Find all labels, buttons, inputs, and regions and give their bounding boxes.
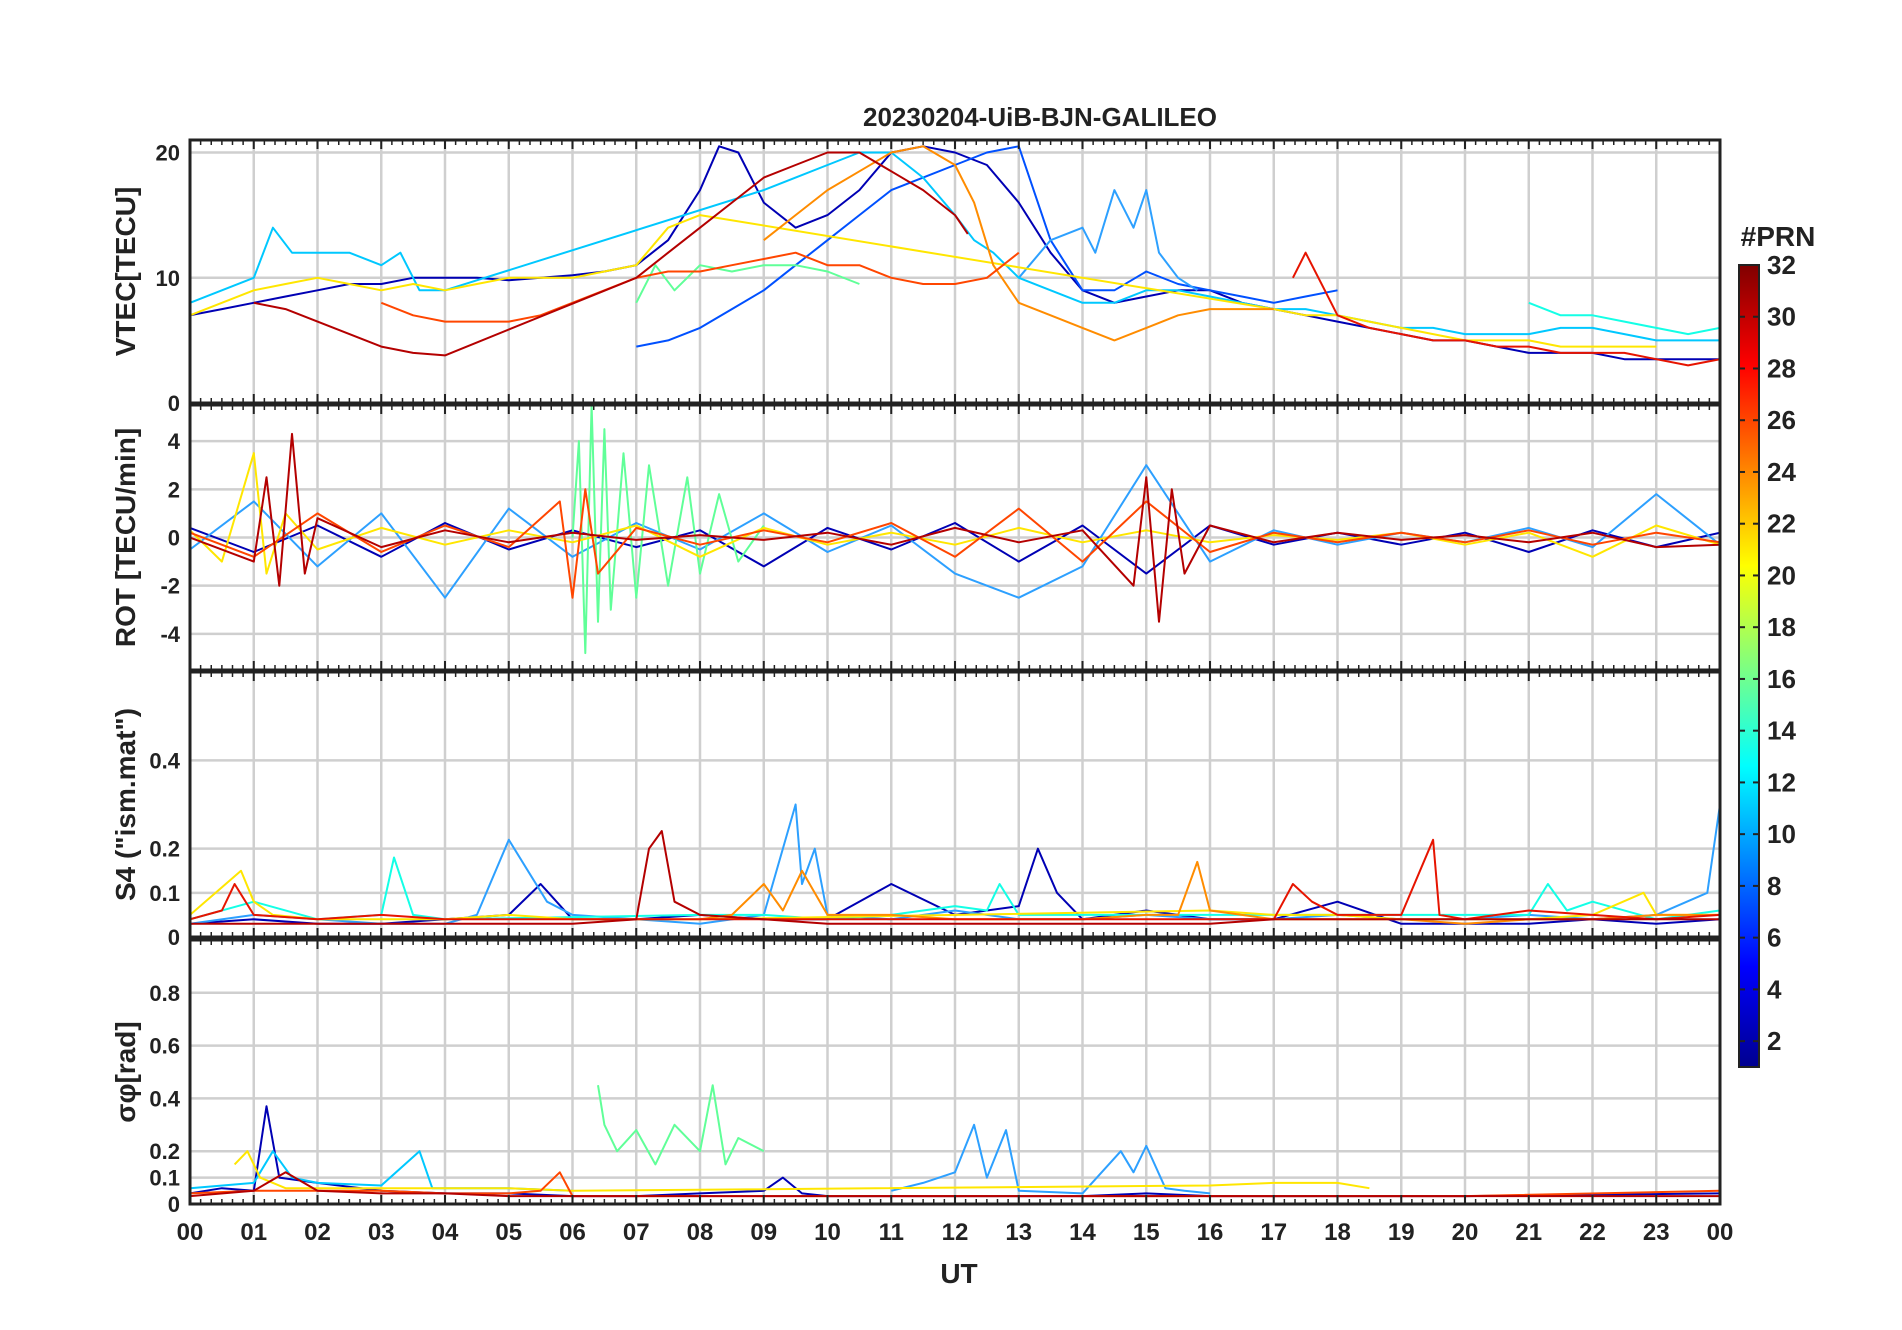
y-axis-label: σφ[rad] — [110, 1021, 141, 1122]
x-tick-label: 08 — [687, 1219, 714, 1246]
x-tick-label: 14 — [1069, 1219, 1096, 1246]
colorbar-tick-label: 22 — [1767, 509, 1796, 539]
y-tick-label: 20 — [156, 141, 180, 166]
y-tick-label: 0.1 — [149, 881, 180, 906]
colorbar-tick-label: 24 — [1767, 457, 1796, 487]
y-axis-label: VTEC[TECU] — [110, 187, 141, 357]
x-tick-label: 00 — [177, 1219, 204, 1246]
panel-vtec: 0 10 20 VTEC[TECU] — [110, 138, 1722, 416]
colorbar-tick-label: 8 — [1767, 871, 1781, 901]
x-tick-label: 09 — [750, 1219, 777, 1246]
x-axis-label: UT — [940, 1258, 977, 1289]
y-tick-label: 0.4 — [149, 748, 180, 773]
colorbar-tick-label: 6 — [1767, 923, 1781, 953]
x-tick-label: 06 — [559, 1219, 586, 1246]
x-tick-label: 22 — [1579, 1219, 1606, 1246]
colorbar-gradient — [1738, 264, 1760, 1068]
colorbar-tick-label: 14 — [1767, 716, 1796, 746]
figure: 20230204-UiB-BJN-GALILEO 01020VTEC[TECU]… — [110, 102, 1816, 1289]
x-tick-labels: 00 01 02 03 04 05 06 07 08 09 10 11 12 13 14 15 16 17 18 19… — [177, 1219, 1734, 1246]
colorbar-tick-label: 16 — [1767, 664, 1796, 694]
y-tick-label: 0.8 — [149, 981, 180, 1006]
colorbar: #PRN 2468101214161820222426283032 — [1738, 221, 1816, 1068]
y-tick-label: 0.2 — [149, 1139, 180, 1164]
y-tick-label: 0 — [168, 391, 180, 416]
y-tick-label: 4 — [168, 429, 181, 454]
x-tick-label: 20 — [1452, 1219, 1479, 1246]
y-tick-label: 0 — [168, 925, 180, 950]
x-tick-label: 12 — [942, 1219, 969, 1246]
x-tick-label: 02 — [304, 1219, 331, 1246]
x-tick-label: 21 — [1515, 1219, 1542, 1246]
x-tick-label: 23 — [1643, 1219, 1670, 1246]
x-tick-label: 04 — [432, 1219, 459, 1246]
colorbar-tick-label: 20 — [1767, 560, 1796, 590]
x-tick-label: 07 — [623, 1219, 650, 1246]
chart-title: 20230204-UiB-BJN-GALILEO — [863, 102, 1217, 132]
colorbar-tick-label: 30 — [1767, 302, 1796, 332]
colorbar-tick-label: 2 — [1767, 1026, 1781, 1056]
y-tick-label: 0 — [168, 1192, 180, 1217]
x-tick-label: 03 — [368, 1219, 395, 1246]
x-tick-label: 10 — [814, 1219, 841, 1246]
x-tick-label: 00 — [1707, 1219, 1734, 1246]
colorbar-tick-label: 12 — [1767, 767, 1796, 797]
y-tick-label: -4 — [160, 622, 180, 647]
x-tick-label: 18 — [1324, 1219, 1351, 1246]
x-tick-label: 05 — [495, 1219, 522, 1246]
x-tick-label: 15 — [1133, 1219, 1160, 1246]
x-tick-label: 17 — [1260, 1219, 1287, 1246]
colorbar-tick-label: 10 — [1767, 819, 1796, 849]
y-tick-label: 0.4 — [149, 1086, 180, 1111]
colorbar-tick-label: 32 — [1767, 250, 1796, 280]
colorbar-tick-label: 18 — [1767, 612, 1796, 642]
panel-s4: 0 0.1 0.2 0.4 S4 ("ism.mat") — [110, 670, 1722, 950]
y-tick-label: 2 — [168, 477, 180, 502]
panel-sigma_phi: 00.10.2 0.4 0.6 0.8 σφ[rad] — [110, 938, 1722, 1217]
y-tick-label: 0.2 — [149, 837, 180, 862]
colorbar-label: #PRN — [1741, 221, 1816, 252]
colorbar-tick-label: 28 — [1767, 353, 1796, 383]
y-axis-label: ROT [TECU/min] — [110, 428, 141, 647]
x-tick-label: 01 — [240, 1219, 267, 1246]
panel-rot: -4 -2 0 2 4 ROT [TECU/min] — [110, 403, 1722, 672]
colorbar-tick-label: 4 — [1767, 974, 1782, 1004]
y-axis-label: S4 ("ism.mat") — [110, 708, 141, 901]
x-tick-label: 11 — [879, 1219, 904, 1246]
y-tick-label: 10 — [156, 266, 180, 291]
panels: 01020VTEC[TECU]-4-2024ROT [TECU/min]00.1… — [110, 138, 1722, 1217]
x-tick-label: 19 — [1388, 1219, 1415, 1246]
colorbar-tick-label: 26 — [1767, 405, 1796, 435]
x-tick-label: 16 — [1197, 1219, 1224, 1246]
x-tick-label: 13 — [1005, 1219, 1032, 1246]
y-tick-label: 0.1 — [149, 1166, 180, 1191]
y-tick-label: -2 — [160, 574, 180, 599]
y-tick-label: 0 — [168, 526, 180, 551]
y-tick-label: 0.6 — [149, 1034, 180, 1059]
